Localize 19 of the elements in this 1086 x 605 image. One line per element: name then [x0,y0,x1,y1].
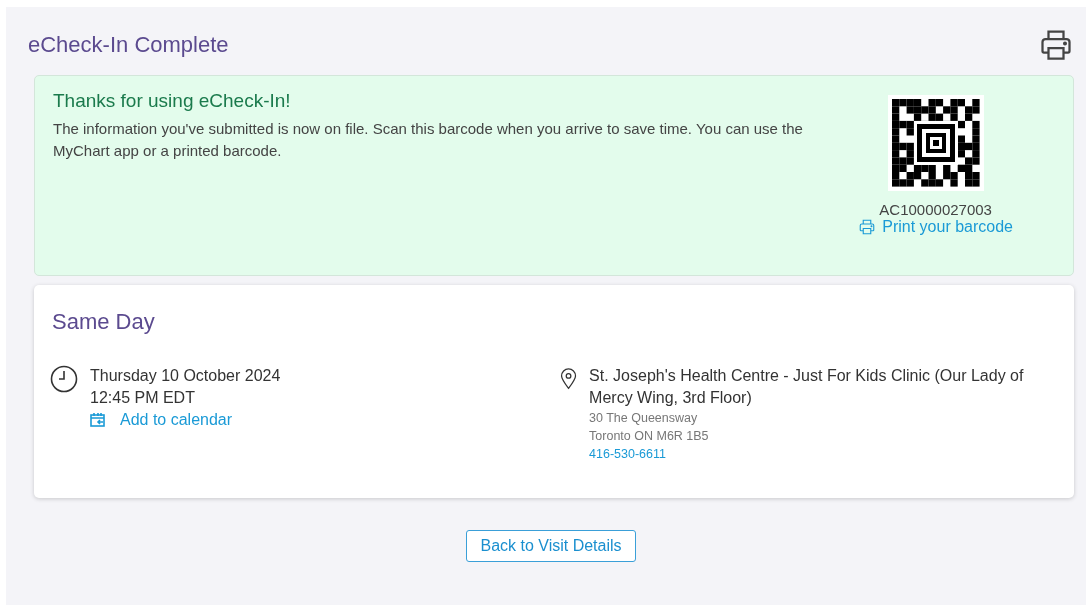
location-name: St. Joseph's Health Centre - Just For Kids Clinic (Our Lady of Mercy Wing, 3rd Floor) [589,366,1025,408]
add-to-calendar-link[interactable]: Add to calendar [90,411,281,429]
appointment-date: Thursday 10 October 2024 [90,366,281,386]
clock-icon [50,365,78,393]
barcode-number: AC10000027003 [879,201,992,218]
address-line: 30 The Queensway [589,410,699,427]
appointment-time: 12:45 PM EDT [90,388,196,408]
print-button[interactable] [1038,27,1074,63]
printer-icon [858,218,877,236]
confirmation-message: The information you've submitted is now on file. Scan this barcode when you arrive to save time. You can use the MyChart app or a printed barcode. [53,119,803,161]
print-icon [1038,27,1074,63]
calendar-icon [90,412,106,428]
page-title: eCheck-In Complete [28,32,229,58]
confirmation-heading: Thanks for using eCheck-In! [53,90,292,112]
print-barcode-link[interactable]: Print your barcode [858,218,1013,236]
appointment-title: Same Day [52,309,156,335]
back-button[interactable]: Back to Visit Details [466,530,636,562]
phone-link[interactable]: 416-530-6611 [589,445,666,463]
address-line: Toronto ON M6R 1B5 [589,428,710,445]
